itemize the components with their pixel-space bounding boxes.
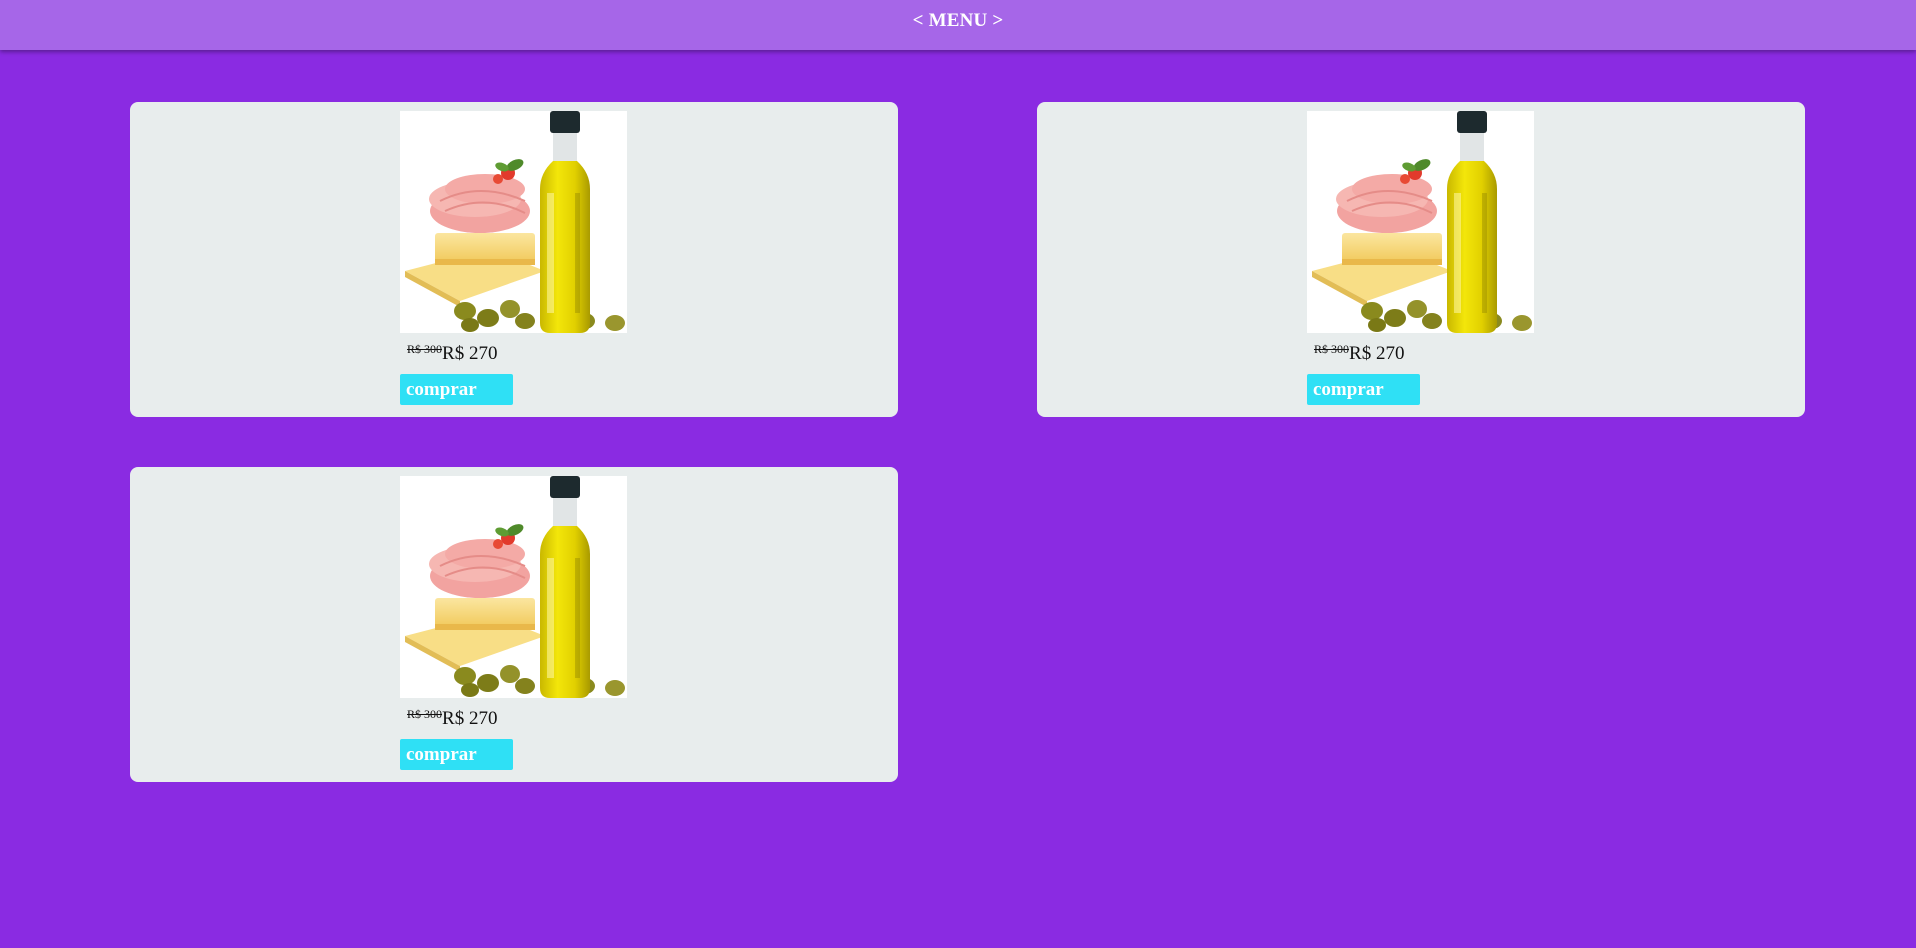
- buy-button[interactable]: comprar: [1307, 374, 1420, 405]
- product-image: [400, 476, 627, 698]
- product-card: R$ 300 R$ 270 comprar: [130, 467, 898, 782]
- price-row: R$ 300 R$ 270: [400, 707, 627, 731]
- product-content: R$ 300 R$ 270 comprar: [1307, 111, 1534, 405]
- product-card: R$ 300 R$ 270 comprar: [130, 102, 898, 417]
- product-image: [1307, 111, 1534, 333]
- old-price: R$ 300: [407, 342, 443, 356]
- current-price: R$ 270: [442, 708, 498, 729]
- product-image: [400, 111, 627, 333]
- current-price: R$ 270: [442, 343, 498, 364]
- current-price: R$ 270: [1349, 343, 1405, 364]
- buy-button[interactable]: comprar: [400, 739, 513, 770]
- price-row: R$ 300 R$ 270: [1307, 342, 1534, 366]
- menu-title[interactable]: < MENU >: [913, 10, 1004, 32]
- price-row: R$ 300 R$ 270: [400, 342, 627, 366]
- product-content: R$ 300 R$ 270 comprar: [400, 111, 627, 405]
- old-price: R$ 300: [1314, 342, 1350, 356]
- top-menu-bar: < MENU >: [0, 0, 1916, 50]
- product-card: R$ 300 R$ 270 comprar: [1037, 102, 1805, 417]
- product-content: R$ 300 R$ 270 comprar: [400, 476, 627, 770]
- old-price: R$ 300: [407, 707, 443, 721]
- buy-button[interactable]: comprar: [400, 374, 513, 405]
